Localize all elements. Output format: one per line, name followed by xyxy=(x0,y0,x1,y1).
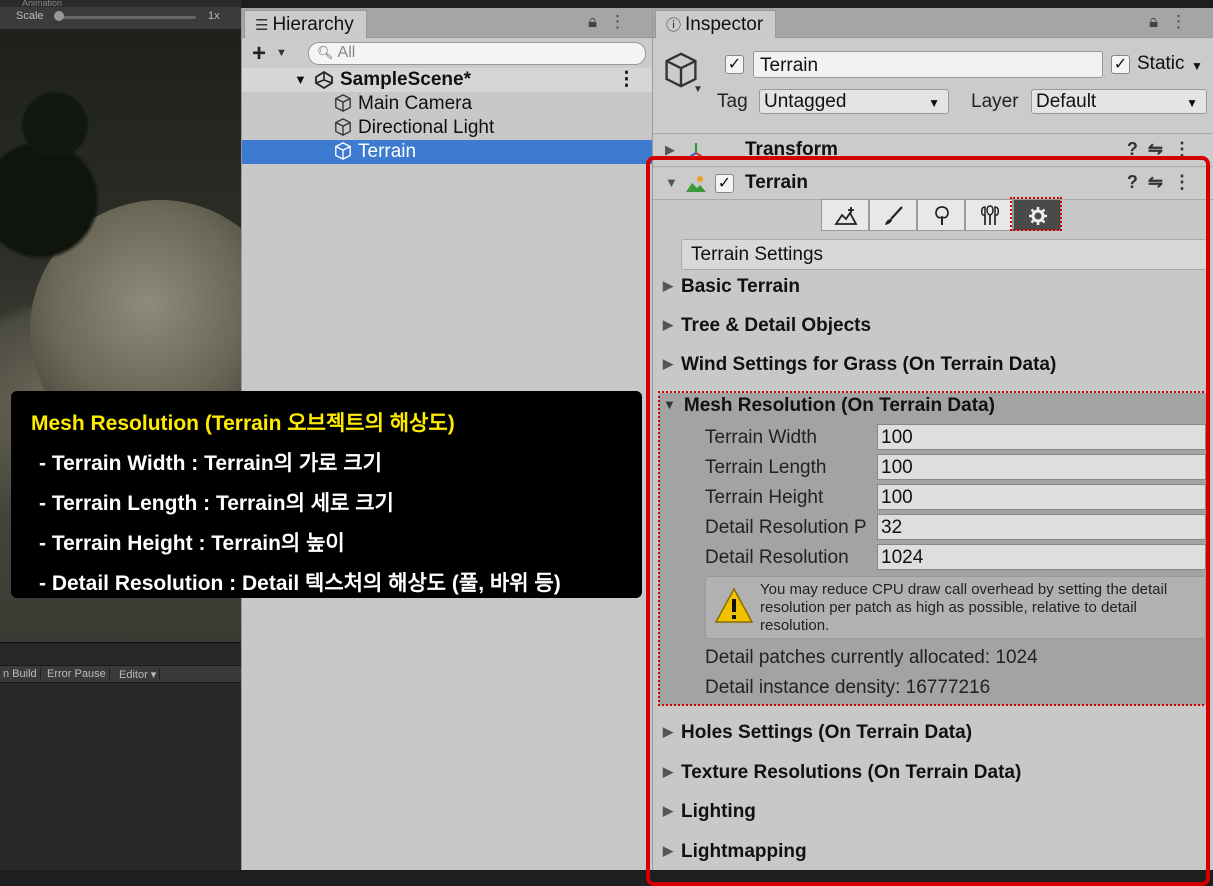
tab-controls: 🔒︎⋮ xyxy=(588,12,638,32)
animation-tab[interactable]: Animation xyxy=(0,0,241,7)
tab-inspector[interactable]: ⓘ Inspector xyxy=(655,10,777,38)
caption-title: Mesh Resolution (Terrain 오브젝트의 해상도) xyxy=(31,412,455,435)
gameobject-header: ▼ ✓ Terrain ✓ Static ▼ Tag Untagged ▼ Lay… xyxy=(653,39,1213,134)
scene-name: SampleScene* xyxy=(340,69,471,90)
item-label: Main Camera xyxy=(358,93,473,114)
terrain-component-highlight xyxy=(646,156,1210,886)
gameobject-name-field[interactable]: Terrain xyxy=(753,51,1103,78)
kebab-menu-icon[interactable]: ⋮ xyxy=(609,12,638,31)
caption-line: - Terrain Length : Terrain의 세로 크기 xyxy=(39,492,394,515)
tab-label: Hierarchy xyxy=(272,14,354,35)
list-icon: ☰ xyxy=(255,17,269,34)
error-pause-button[interactable]: Error Pause xyxy=(44,668,110,680)
gameobject-cube-icon xyxy=(335,118,351,136)
item-label: Directional Light xyxy=(358,117,495,138)
caption-line: - Detail Resolution : Detail 텍스처의 해상도 (풀… xyxy=(39,572,561,595)
static-dropdown-icon[interactable]: ▼ xyxy=(1191,59,1203,73)
tab-label: Inspector xyxy=(685,14,764,35)
chevron-down-icon: ▼ xyxy=(928,96,940,110)
tutorial-caption: Mesh Resolution (Terrain 오브젝트의 해상도) - Te… xyxy=(11,391,642,598)
add-icon[interactable]: + xyxy=(252,40,266,68)
info-icon: ⓘ xyxy=(666,17,682,34)
console-toolbar: n Build Error Pause Editor ▾ xyxy=(0,665,241,683)
static-label: Static xyxy=(1137,53,1185,74)
tag-label: Tag xyxy=(717,91,748,112)
hierarchy-item-main-camera[interactable]: Main Camera xyxy=(242,92,652,116)
chevron-down-icon[interactable]: ▼ xyxy=(693,84,703,95)
lock-icon[interactable]: 🔒︎ xyxy=(588,12,609,31)
item-label: Terrain xyxy=(358,141,417,162)
search-placeholder: All xyxy=(337,44,356,61)
tab-hierarchy[interactable]: ☰ Hierarchy xyxy=(244,10,367,38)
inspector-tabbar: ⓘ Inspector 🔒︎⋮ xyxy=(653,8,1213,38)
scale-slider[interactable] xyxy=(56,16,196,19)
chevron-down-icon: ▼ xyxy=(1186,96,1198,110)
tag-dropdown[interactable]: Untagged ▼ xyxy=(759,89,949,114)
search-icon: 🔍︎ xyxy=(317,45,334,60)
gameobject-active-checkbox[interactable]: ✓ xyxy=(725,55,744,74)
chevron-down-icon[interactable]: ▼ xyxy=(276,47,287,59)
expand-arrow-icon[interactable]: ▼ xyxy=(294,68,307,92)
hierarchy-tabbar: ☰ Hierarchy 🔒︎⋮ xyxy=(242,8,652,38)
layer-label: Layer xyxy=(971,91,1019,112)
hierarchy-item-directional-light[interactable]: Directional Light xyxy=(242,116,652,140)
console-panel: n Build Error Pause Editor ▾ xyxy=(0,642,241,870)
scale-value: 1x xyxy=(208,10,220,22)
caption-line: - Terrain Height : Terrain의 높이 xyxy=(39,532,345,555)
lock-icon[interactable]: 🔒︎ xyxy=(1149,12,1170,31)
scene-row[interactable]: ▼ SampleScene* ⋮ xyxy=(242,68,652,92)
caption-line: - Terrain Width : Terrain의 가로 크기 xyxy=(39,452,382,475)
static-checkbox[interactable]: ✓ xyxy=(1111,55,1130,74)
tab-controls: 🔒︎⋮ xyxy=(1149,12,1199,32)
layer-dropdown[interactable]: Default ▼ xyxy=(1031,89,1207,114)
kebab-menu-icon[interactable]: ⋮ xyxy=(617,68,636,92)
hierarchy-search-input[interactable]: 🔍︎ All xyxy=(308,42,646,65)
editor-dropdown[interactable]: Editor ▾ xyxy=(116,668,161,681)
console-build-button[interactable]: n Build xyxy=(0,668,41,680)
layer-value: Default xyxy=(1036,91,1097,112)
hierarchy-toolbar: + ▼ 🔍︎ All xyxy=(242,39,652,70)
tag-value: Untagged xyxy=(764,91,847,112)
gameobject-cube-icon xyxy=(335,142,351,160)
gameobject-cube-icon xyxy=(335,94,351,112)
kebab-menu-icon[interactable]: ⋮ xyxy=(1170,12,1199,31)
game-view-toolbar: Animation Scale 1x xyxy=(0,0,241,30)
scale-label: Scale xyxy=(16,10,44,22)
scale-slider-handle[interactable] xyxy=(53,11,64,21)
scene-tree xyxy=(20,80,90,170)
hierarchy-item-terrain[interactable]: Terrain xyxy=(242,140,652,164)
